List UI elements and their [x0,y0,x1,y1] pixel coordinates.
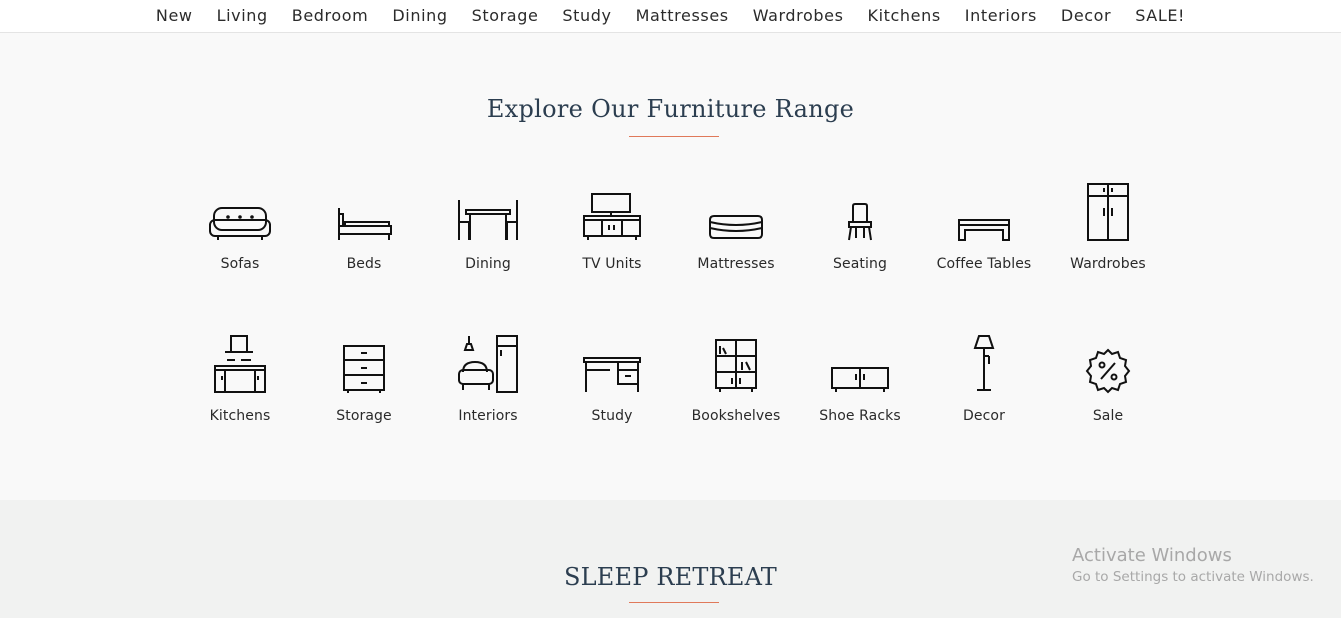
nav-interiors[interactable]: Interiors [953,2,1049,30]
category-seating[interactable]: Seating [798,180,922,290]
study-desk-icon [572,332,652,394]
category-label: Coffee Tables [936,256,1032,272]
drawer-cabinet-icon [324,332,404,394]
kitchen-icon [200,332,280,394]
nav-bedroom[interactable]: Bedroom [280,2,381,30]
shoe-rack-icon [820,332,900,394]
mattress-icon [696,180,776,242]
nav-mattresses[interactable]: Mattresses [624,2,741,30]
coffee-table-icon [944,180,1024,242]
nav-wardrobes[interactable]: Wardrobes [741,2,856,30]
category-label: Seating [833,256,887,272]
category-grid-row-1: Sofas Beds Dining TV Units Mattresses Se… [178,180,1168,290]
nav-storage[interactable]: Storage [460,2,551,30]
category-tv-units[interactable]: TV Units [550,180,674,290]
nav-new[interactable]: New [144,2,205,30]
bed-icon [324,180,404,242]
nav-kitchens[interactable]: Kitchens [856,2,953,30]
category-decor[interactable]: Decor [922,332,1046,442]
category-sofas[interactable]: Sofas [178,180,302,290]
category-study[interactable]: Study [550,332,674,442]
category-interiors[interactable]: Interiors [426,332,550,442]
sofa-icon [200,180,280,242]
category-grid-row-2: Kitchens Storage Interiors Study Bookshe… [178,332,1168,442]
category-label: Decor [963,408,1005,424]
chair-icon [820,180,900,242]
windows-activation-watermark: Activate Windows Go to Settings to activ… [1072,545,1314,587]
floor-lamp-icon [944,332,1024,394]
category-label: Sale [1092,408,1124,424]
category-label: TV Units [582,256,642,272]
category-bookshelves[interactable]: Bookshelves [674,332,798,442]
category-label: Bookshelves [691,408,781,424]
category-label: Beds [346,256,382,272]
category-label: Shoe Racks [819,408,901,424]
category-label: Study [591,408,633,424]
tv-unit-icon [572,180,652,242]
category-shoe-racks[interactable]: Shoe Racks [798,332,922,442]
bookshelf-icon [696,332,776,394]
category-wardrobes[interactable]: Wardrobes [1046,180,1170,290]
dining-table-icon [448,180,528,242]
category-mattresses[interactable]: Mattresses [674,180,798,290]
nav-living[interactable]: Living [205,2,280,30]
nav-sale[interactable]: SALE! [1123,2,1197,30]
sleep-title-underline [629,602,719,603]
category-label: Storage [336,408,392,424]
category-dining[interactable]: Dining [426,180,550,290]
category-coffee-tables[interactable]: Coffee Tables [922,180,1046,290]
watermark-line-1: Activate Windows [1072,545,1232,566]
explore-title-underline [629,136,719,137]
category-storage[interactable]: Storage [302,332,426,442]
wardrobe-icon [1068,180,1148,242]
category-label: Interiors [458,408,518,424]
top-navigation: New Living Bedroom Dining Storage Study … [0,0,1341,33]
nav-dining[interactable]: Dining [380,2,459,30]
nav-study[interactable]: Study [550,2,623,30]
category-label: Kitchens [209,408,271,424]
category-kitchens[interactable]: Kitchens [178,332,302,442]
sale-badge-icon [1068,332,1148,394]
category-label: Sofas [220,256,260,272]
category-sale[interactable]: Sale [1046,332,1170,442]
category-label: Dining [465,256,511,272]
explore-title: Explore Our Furniture Range [486,95,855,123]
interiors-icon [448,332,528,394]
category-label: Mattresses [697,256,775,272]
category-beds[interactable]: Beds [302,180,426,290]
category-label: Wardrobes [1070,256,1146,272]
watermark-line-2: Go to Settings to activate Windows. [1072,569,1314,585]
nav-decor[interactable]: Decor [1049,2,1123,30]
